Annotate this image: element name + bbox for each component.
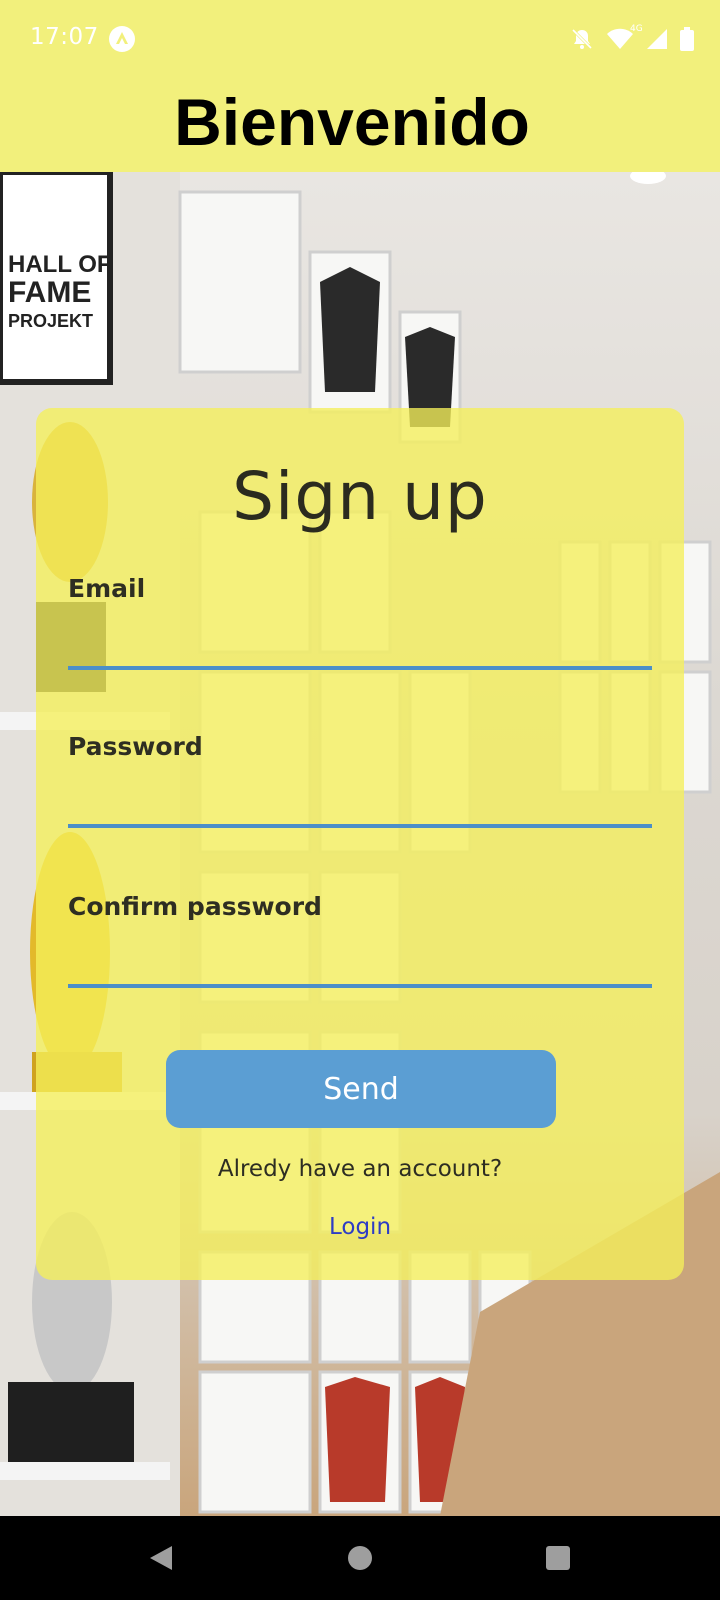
password-label: Password (68, 732, 203, 761)
app-screen: 17:07 4G Bienvenido HALL OF FAME PROJEKT… (0, 0, 720, 1600)
status-time: 17:07 (30, 24, 99, 50)
home-icon[interactable] (347, 1544, 373, 1576)
send-button[interactable]: Send (166, 1050, 556, 1128)
form-title: Sign up (232, 458, 488, 535)
recents-icon[interactable] (545, 1544, 571, 1576)
email-label: Email (68, 574, 146, 603)
battery-icon (680, 27, 694, 51)
back-icon[interactable] (148, 1544, 174, 1576)
do-not-disturb-icon (570, 27, 594, 51)
login-link[interactable]: Login (36, 1214, 684, 1240)
cell-signal-icon: 4G (630, 24, 668, 50)
navigation-bar (0, 1516, 720, 1600)
svg-text:PROJEKT: PROJEKT (8, 311, 93, 331)
app-header: 17:07 4G Bienvenido (0, 0, 720, 172)
already-have-account-text: Alredy have an account? (217, 1156, 503, 1182)
svg-text:HALL OF: HALL OF (8, 251, 112, 278)
email-field[interactable] (68, 624, 652, 670)
status-bar: 17:07 4G (0, 0, 720, 78)
confirm-password-label: Confirm password (68, 892, 322, 921)
page-title: Bienvenido (174, 85, 530, 159)
network-type-label: 4G (630, 24, 643, 34)
app-notification-icon (109, 26, 135, 52)
svg-text:FAME: FAME (8, 276, 91, 309)
signup-card: Sign up Email Password Confirm password … (36, 408, 684, 1280)
confirm-password-field[interactable] (68, 942, 652, 988)
status-icons: 4G (570, 24, 694, 52)
password-field[interactable] (68, 782, 652, 828)
